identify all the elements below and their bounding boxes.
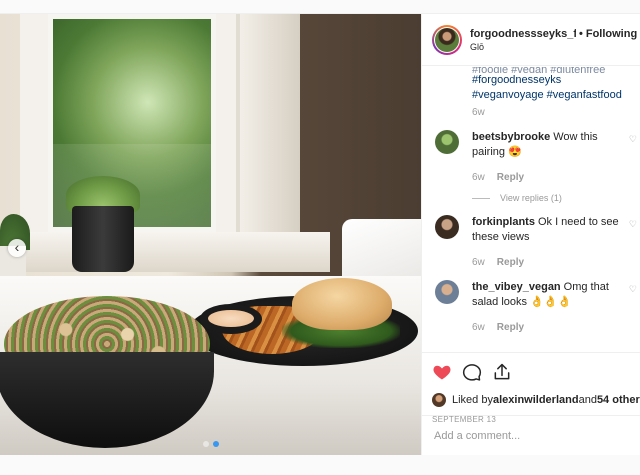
header-info: forgoodnessseyks_food • Following Glō [470,28,637,52]
comment-like-icon[interactable]: ♡ [629,284,637,295]
comment-like-icon[interactable]: ♡ [629,219,637,230]
comments-list[interactable]: #foodie #vegan #glutenfree #forgoodnesse… [422,67,640,351]
likes-summary: Liked by alexinwilderland and 54 others [432,393,640,407]
post-header: forgoodnessseyks_food • Following Glō [422,14,640,66]
caption: #foodie #vegan #glutenfree #forgoodnesse… [422,67,640,103]
photo-shutter [240,14,300,244]
instagram-post: ‹ forgoodnessseyks_food • Following Glō … [0,13,640,455]
liker-avatar[interactable] [432,393,446,407]
comment-item: the_vibey_vegan Omg that salad looks 👌👌👌 … [422,280,640,333]
location-link[interactable]: Glō [470,42,637,52]
story-ring[interactable] [432,24,462,55]
caption-hashtags[interactable]: #forgoodnesseyks #veganvoyage #veganfast… [472,73,631,103]
comment-item: beetsbybrooke Wow this pairing 😍 6w Reply … [422,130,640,203]
likes-prefix: Liked by [452,394,493,406]
carousel-dots [203,441,219,447]
reply-button[interactable]: Reply [497,322,524,333]
comment-username[interactable]: beetsbybrooke [472,131,550,143]
reply-button[interactable]: Reply [497,172,524,183]
photo-burger [292,278,392,330]
share-icon[interactable] [492,362,512,382]
comment-username[interactable]: forkinplants [472,216,535,228]
view-replies-label: View replies (1) [500,193,562,203]
post-actions: Liked by alexinwilderland and 54 other s … [422,352,640,424]
carousel-dot [203,441,209,447]
post-photo[interactable]: ‹ [0,14,421,455]
following-button[interactable]: Following [586,28,637,40]
add-comment-bar [422,415,640,455]
comment-avatar[interactable] [435,130,459,154]
view-replies-button[interactable]: View replies (1) [472,193,623,203]
comment-username[interactable]: the_vibey_vegan [472,281,561,293]
comment-avatar[interactable] [435,280,459,304]
caption-time: 6w [472,107,485,118]
photo-window-sill [0,232,330,272]
comment-time: 6w [472,172,485,183]
comment-item: forkinplants Ok I need to see these views… [422,215,640,268]
author-username[interactable]: forgoodnessseyks_food [470,28,576,40]
likes-conjunction: and [578,394,597,406]
comment-like-icon[interactable]: ♡ [629,134,637,145]
comment-avatar[interactable] [435,215,459,239]
carousel-prev-button[interactable]: ‹ [8,239,26,257]
heart-icon[interactable] [432,362,452,382]
likes-others-link[interactable]: 54 others [597,394,640,406]
replies-line [472,197,490,199]
photo-sauce-dish [200,304,262,334]
comment-time: 6w [472,322,485,333]
photo-plant-pot [72,206,134,272]
reply-button[interactable]: Reply [497,257,524,268]
comment-time: 6w [472,257,485,268]
carousel-dot [213,441,219,447]
avatar[interactable] [435,27,459,52]
liker-username[interactable]: alexinwilderland [493,394,579,406]
add-comment-input[interactable] [434,429,624,442]
comment-icon[interactable] [462,362,482,382]
header-separator: • [579,27,583,40]
post-side-panel: forgoodnessseyks_food • Following Glō #f… [421,14,640,455]
